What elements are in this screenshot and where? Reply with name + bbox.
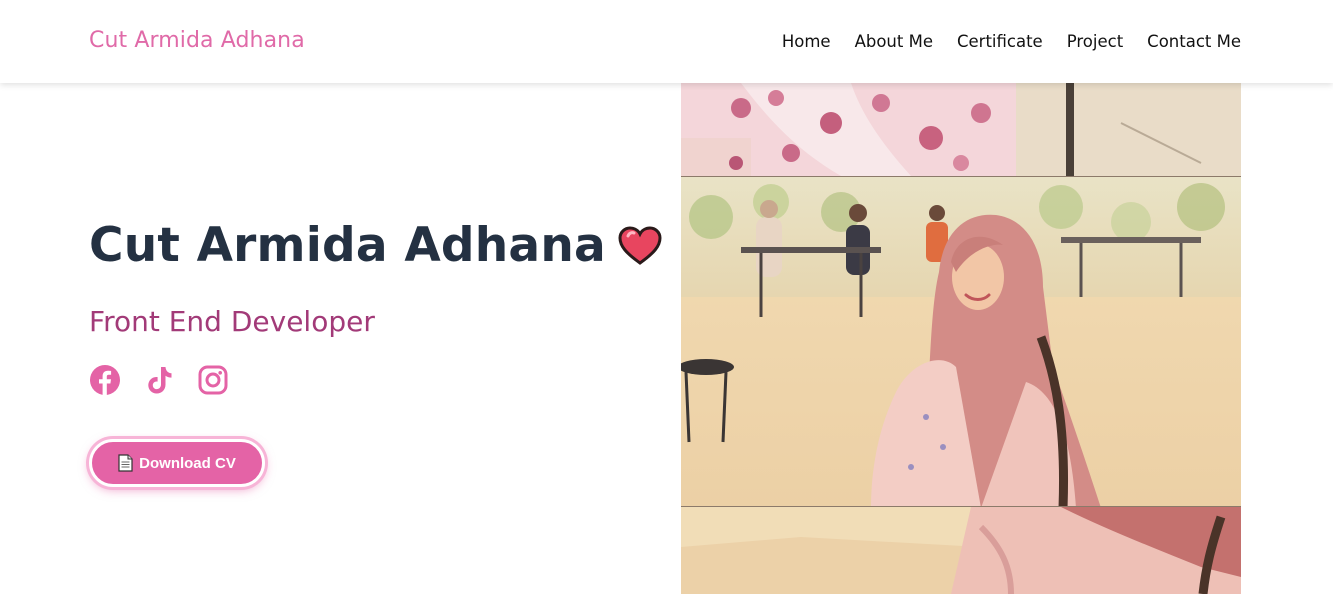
- hero-heading: Cut Armida Adhana: [89, 218, 662, 273]
- tiktok-icon[interactable]: [143, 364, 175, 396]
- facebook-icon[interactable]: [89, 364, 121, 396]
- nav-project[interactable]: Project: [1067, 32, 1123, 51]
- document-icon: [118, 454, 133, 472]
- nav-home[interactable]: Home: [782, 32, 831, 51]
- photo-strip-bottom: [681, 507, 1241, 594]
- heart-icon: [618, 225, 662, 265]
- navbar: Cut Armida Adhana Home About Me Certific…: [0, 0, 1333, 83]
- portrait-photo: [681, 83, 1241, 594]
- photo-strip-main: [681, 176, 1241, 507]
- nav-certificate[interactable]: Certificate: [957, 32, 1043, 51]
- brand-logo-link[interactable]: Cut Armida Adhana: [89, 28, 305, 53]
- main-nav: Home About Me Certificate Project Contac…: [782, 32, 1241, 51]
- download-cv-label: Download CV: [139, 454, 236, 472]
- nav-about-me[interactable]: About Me: [855, 32, 933, 51]
- instagram-icon[interactable]: [197, 364, 229, 396]
- hero-role: Front End Developer: [89, 305, 375, 338]
- nav-contact-me[interactable]: Contact Me: [1147, 32, 1241, 51]
- photo-strip-top: [681, 83, 1241, 176]
- social-links: [89, 364, 229, 396]
- download-cv-button[interactable]: Download CV: [89, 439, 265, 487]
- hero-name: Cut Armida Adhana: [89, 218, 606, 273]
